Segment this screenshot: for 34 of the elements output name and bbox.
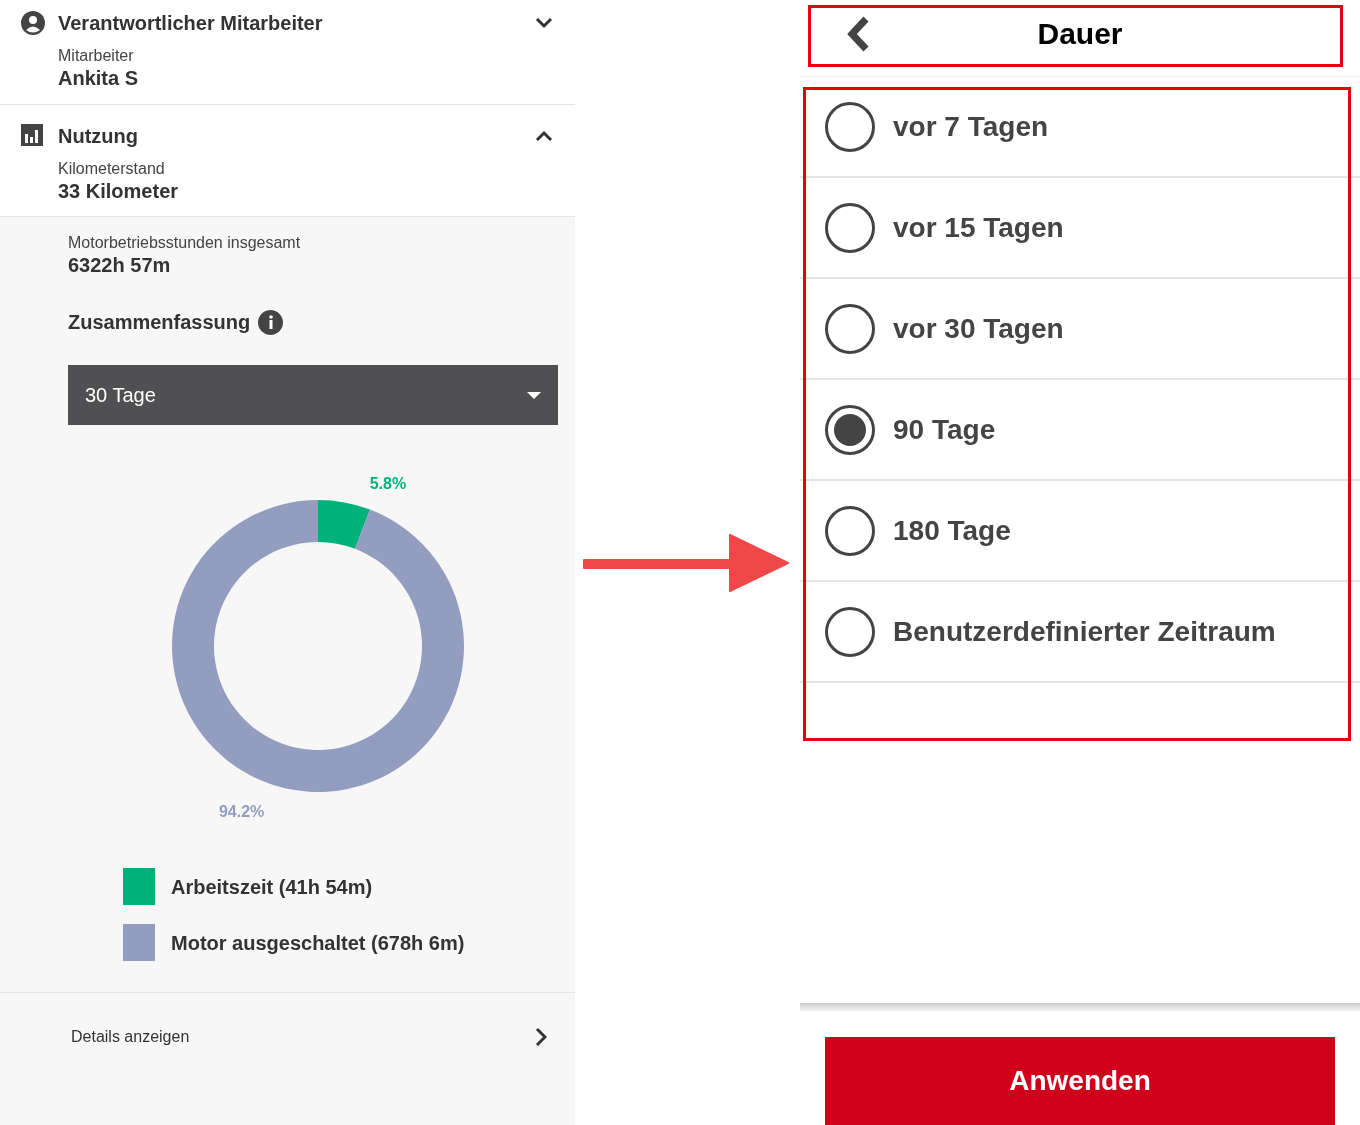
section-title: Nutzung: [58, 124, 139, 149]
radio-option[interactable]: Benutzerdefinierter Zeitraum: [800, 582, 1360, 683]
bar-chart-icon: [21, 124, 45, 148]
radio-button[interactable]: [825, 202, 875, 253]
caret-icon: [527, 391, 541, 399]
radio-option[interactable]: vor 30 Tagen: [800, 279, 1360, 380]
screen-title: Dauer: [1037, 15, 1123, 52]
radio-button[interactable]: [825, 606, 875, 657]
person-icon: [21, 11, 45, 35]
data-label: 94.2%: [218, 803, 265, 821]
radio-option[interactable]: vor 15 Tagen: [800, 178, 1360, 279]
radio-button[interactable]: [825, 404, 875, 455]
radio-button[interactable]: [825, 303, 875, 354]
radio-option[interactable]: vor 7 Tagen: [800, 77, 1360, 178]
summary-title: Zusammenfassung: [68, 310, 251, 335]
radio-button[interactable]: [825, 505, 875, 556]
field-value: Ankita S: [58, 66, 140, 90]
section-title: Verantwortlicher Mitarbeiter: [58, 11, 324, 36]
legend-label: Arbeitszeit (41h 54m): [171, 874, 373, 900]
info-icon[interactable]: [258, 309, 284, 335]
radio-option[interactable]: 90 Tage: [800, 380, 1360, 481]
field-label: Kilometerstand: [58, 159, 166, 179]
chevron-right-icon[interactable]: [535, 1026, 547, 1047]
legend-label: Motor ausgeschaltet (678h 6m): [171, 930, 465, 956]
field-label: Mitarbeiter: [58, 46, 135, 66]
period-dropdown[interactable]: 30 Tage: [68, 365, 558, 425]
data-label: 5.8%: [369, 474, 407, 492]
radio-option[interactable]: 180 Tage: [800, 481, 1360, 582]
field-value: 33 Kilometer: [58, 179, 180, 203]
field-value: 6322h 57m: [68, 253, 172, 277]
radio-button[interactable]: [825, 101, 875, 152]
apply-button[interactable]: Anwenden: [825, 1037, 1335, 1125]
details-link[interactable]: Details anzeigen: [71, 1024, 535, 1049]
field-label: Motorbetriebsstunden insgesamt: [68, 233, 302, 253]
